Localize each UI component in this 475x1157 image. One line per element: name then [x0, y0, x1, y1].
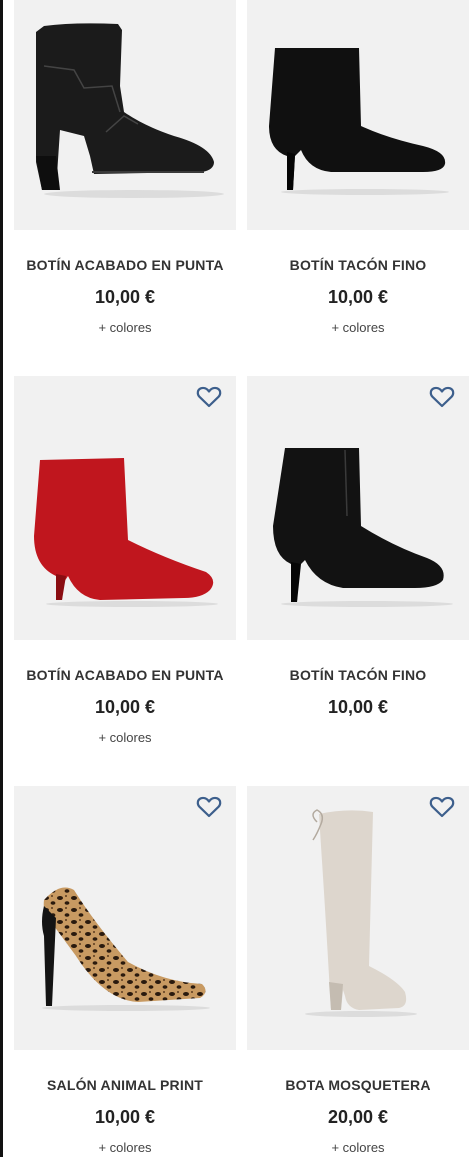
product-card[interactable]: BOTÍN TACÓN FINO 10,00 €	[247, 376, 469, 718]
product-image[interactable]	[247, 0, 469, 230]
black-suede-stiletto-ankle-boot-image	[269, 48, 449, 195]
product-card[interactable]: BOTÍN ACABADO EN PUNTA 10,00 € + colores	[14, 0, 236, 335]
product-card[interactable]: BOTÍN TACÓN FINO 10,00 € + colores	[247, 0, 469, 335]
product-name[interactable]: BOTA MOSQUETERA	[247, 1077, 469, 1093]
product-image[interactable]	[247, 376, 469, 640]
product-image[interactable]	[14, 786, 236, 1050]
product-price: 10,00 €	[94, 1107, 156, 1127]
product-price: 10,00 €	[94, 697, 156, 717]
red-suede-pointed-ankle-boot-image	[34, 458, 218, 607]
more-colors-link[interactable]: + colores	[247, 320, 469, 335]
more-colors-link[interactable]: + colores	[14, 730, 236, 745]
favorite-heart-icon[interactable]	[429, 385, 455, 409]
beige-over-the-knee-boot-image	[305, 809, 417, 1017]
product-name[interactable]: BOTÍN ACABADO EN PUNTA	[14, 667, 236, 683]
more-colors-link[interactable]: + colores	[14, 1140, 236, 1155]
black-leather-stiletto-ankle-boot-image	[273, 448, 453, 607]
product-image[interactable]	[14, 0, 236, 230]
product-price: 10,00 €	[327, 697, 389, 717]
black-cowboy-ankle-boot-image	[36, 23, 224, 198]
product-price: 10,00 €	[94, 287, 156, 307]
product-name[interactable]: BOTÍN TACÓN FINO	[247, 257, 469, 273]
product-card[interactable]: BOTÍN ACABADO EN PUNTA 10,00 € + colores	[14, 376, 236, 745]
product-image[interactable]	[247, 786, 469, 1050]
product-name[interactable]: SALÓN ANIMAL PRINT	[14, 1077, 236, 1093]
product-card[interactable]: SALÓN ANIMAL PRINT 10,00 € + colores	[14, 786, 236, 1155]
favorite-heart-icon[interactable]	[429, 795, 455, 819]
favorite-heart-icon[interactable]	[196, 385, 222, 409]
leopard-print-pump-image	[42, 887, 210, 1011]
more-colors-link[interactable]: + colores	[14, 320, 236, 335]
product-name[interactable]: BOTÍN TACÓN FINO	[247, 667, 469, 683]
more-colors-link[interactable]: + colores	[247, 1140, 469, 1155]
product-card[interactable]: BOTA MOSQUETERA 20,00 € + colores	[247, 786, 469, 1155]
favorite-heart-icon[interactable]	[196, 795, 222, 819]
product-price: 20,00 €	[327, 1107, 389, 1127]
product-name[interactable]: BOTÍN ACABADO EN PUNTA	[14, 257, 236, 273]
product-image[interactable]	[14, 376, 236, 640]
product-price: 10,00 €	[327, 287, 389, 307]
left-edge-bar	[0, 0, 3, 1157]
